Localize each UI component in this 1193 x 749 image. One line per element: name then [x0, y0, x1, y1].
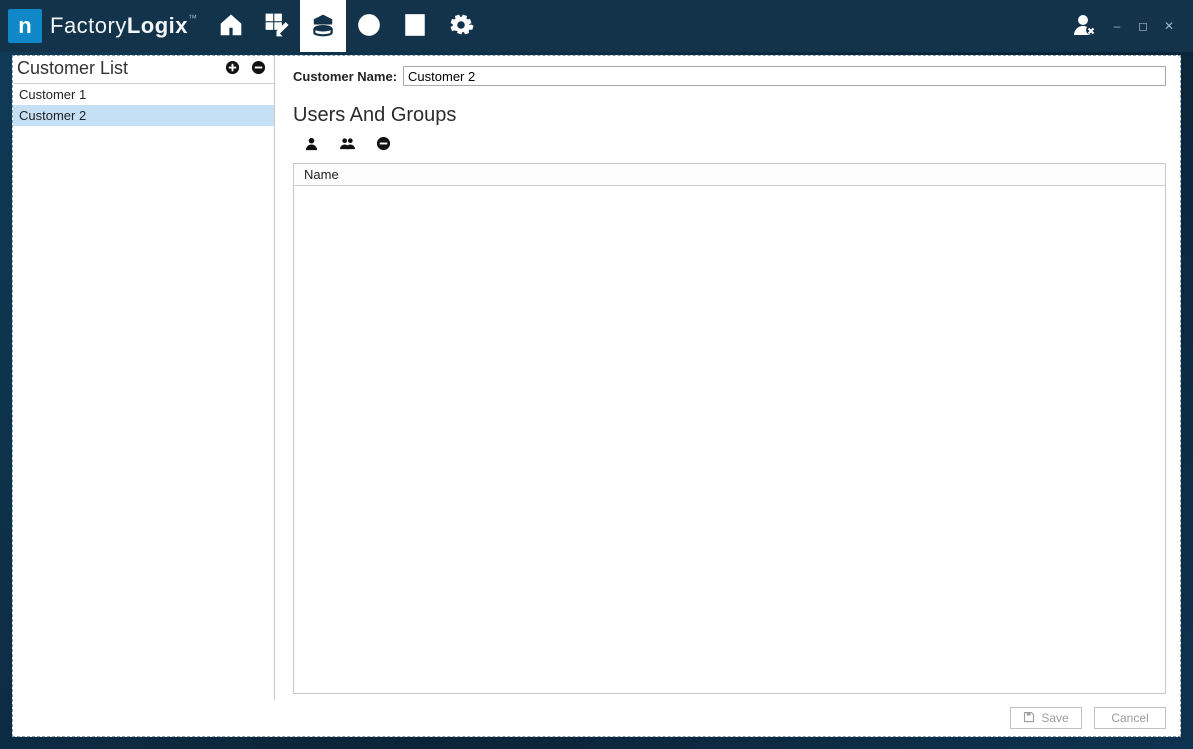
brand-prefix: Factory: [50, 13, 127, 38]
client-area: Customer List Customer 1 Customer 2: [12, 55, 1181, 737]
app-window: n FactoryLogix™: [0, 0, 1193, 749]
list-item[interactable]: Customer 2: [13, 105, 274, 126]
minus-circle-icon: [376, 136, 391, 154]
footer: Save Cancel: [13, 700, 1180, 736]
save-button-label: Save: [1041, 711, 1068, 725]
customer-name-row: Customer Name:: [293, 66, 1166, 86]
person-icon: [304, 136, 319, 154]
box-db-icon: [310, 12, 336, 41]
customer-sidebar: Customer List Customer 1 Customer 2: [13, 56, 275, 700]
save-icon: [1023, 711, 1035, 726]
globe-arrows-icon: [356, 12, 382, 41]
save-button[interactable]: Save: [1010, 707, 1082, 729]
brand: n FactoryLogix™: [0, 0, 198, 52]
cancel-button-label: Cancel: [1111, 711, 1148, 725]
brand-logo-icon: n: [8, 9, 42, 43]
title-bar: n FactoryLogix™: [0, 0, 1193, 52]
brand-suffix: Logix: [127, 13, 188, 38]
nav-data-button[interactable]: [300, 0, 346, 52]
home-icon: [218, 12, 244, 41]
customer-name-input[interactable]: [403, 66, 1166, 86]
customer-list: Customer 1 Customer 2: [13, 84, 274, 700]
main-toolbar: [208, 0, 484, 52]
add-customer-button[interactable]: [222, 59, 242, 79]
remove-user-group-button[interactable]: [373, 135, 393, 155]
minus-circle-icon: [251, 60, 266, 78]
nav-sync-button[interactable]: [346, 0, 392, 52]
document-icon: [402, 12, 428, 41]
client-body: Customer List Customer 1 Customer 2: [13, 56, 1180, 700]
cancel-button[interactable]: Cancel: [1094, 707, 1166, 729]
users-groups-grid: Name: [293, 163, 1166, 694]
titlebar-right: – ◻ ✕: [1073, 13, 1183, 40]
users-groups-toolbar: [293, 131, 1166, 163]
nav-grid-button[interactable]: [254, 0, 300, 52]
minimize-button[interactable]: –: [1109, 19, 1125, 33]
sidebar-title: Customer List: [17, 58, 216, 79]
nav-settings-button[interactable]: [438, 0, 484, 52]
user-icon: [1073, 25, 1097, 40]
maximize-button[interactable]: ◻: [1135, 19, 1151, 33]
detail-panel: Customer Name: Users And Groups: [275, 56, 1180, 700]
remove-customer-button[interactable]: [248, 59, 268, 79]
user-menu-button[interactable]: [1073, 13, 1097, 40]
list-item[interactable]: Customer 1: [13, 84, 274, 105]
grid-edit-icon: [264, 12, 290, 41]
nav-home-button[interactable]: [208, 0, 254, 52]
window-controls: – ◻ ✕: [1109, 19, 1183, 33]
gear-icon: [448, 12, 474, 41]
plus-circle-icon: [225, 60, 240, 78]
add-user-button[interactable]: [301, 135, 321, 155]
add-group-button[interactable]: [337, 135, 357, 155]
brand-text: FactoryLogix™: [50, 13, 198, 39]
nav-report-button[interactable]: [392, 0, 438, 52]
users-groups-title: Users And Groups: [293, 104, 1166, 127]
close-button[interactable]: ✕: [1161, 19, 1177, 33]
grid-column-header[interactable]: Name: [294, 164, 1165, 186]
sidebar-header: Customer List: [13, 56, 274, 84]
brand-trademark: ™: [188, 13, 198, 23]
customer-name-label: Customer Name:: [293, 69, 397, 84]
grid-body[interactable]: [294, 186, 1165, 693]
group-icon: [340, 136, 355, 154]
